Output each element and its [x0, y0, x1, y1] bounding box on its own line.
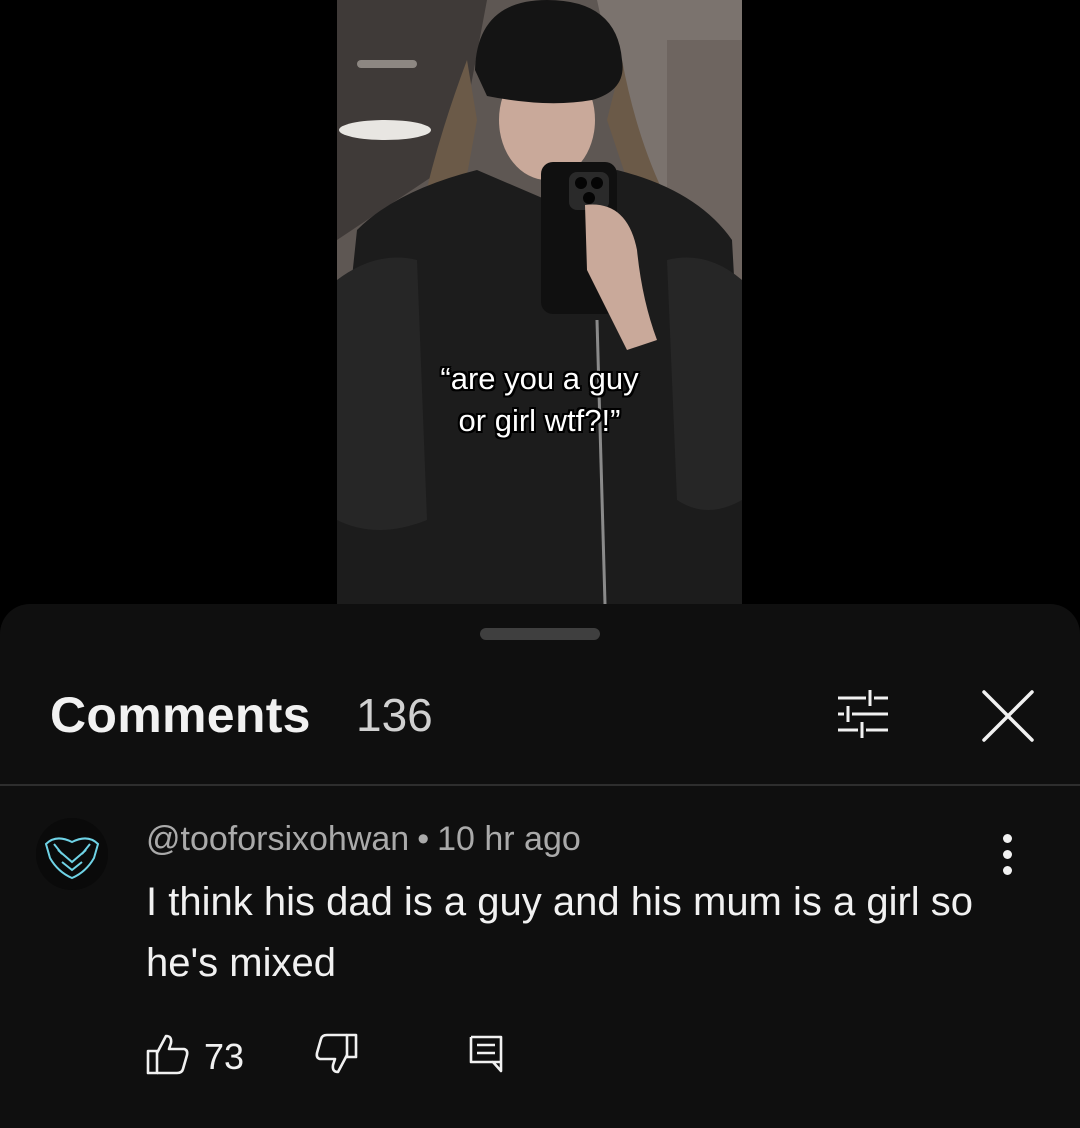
- comment-time: 10 hr ago: [437, 820, 581, 858]
- video-thumbnail-image: [337, 0, 742, 604]
- meta-separator: •: [417, 820, 430, 858]
- close-button[interactable]: [976, 684, 1040, 748]
- avatar[interactable]: [36, 818, 108, 890]
- video-caption: “are you a guy or girl wtf?!”: [337, 358, 742, 442]
- reply-button[interactable]: [468, 1034, 504, 1074]
- comment-more-button[interactable]: [990, 830, 1026, 878]
- video-player[interactable]: “are you a guy or girl wtf?!”: [0, 0, 1080, 604]
- comment-meta: @tooforsixohwan • 10 hr ago: [146, 820, 581, 859]
- like-button[interactable]: [146, 1032, 190, 1076]
- screen: “are you a guy or girl wtf?!” Comments 1…: [0, 0, 1080, 1128]
- avatar-mask-logo: [36, 818, 108, 890]
- caption-line-1: “are you a guy: [440, 361, 639, 396]
- thumbs-down-icon: [315, 1033, 358, 1074]
- comments-count: 136: [356, 689, 433, 741]
- comments-sheet: Comments 136 @tooforsixohwan • 10 hr ago…: [0, 604, 1080, 1128]
- reply-icon: [469, 1035, 503, 1073]
- video-frame[interactable]: “are you a guy or girl wtf?!”: [337, 0, 742, 604]
- comment-actions: 73: [0, 1032, 1080, 1082]
- comment-text: I think his dad is a guy and his mum is …: [146, 880, 974, 985]
- header-divider: [0, 784, 1080, 786]
- dislike-button[interactable]: [314, 1032, 358, 1076]
- close-icon: [982, 690, 1034, 742]
- sort-filter-button[interactable]: [830, 684, 896, 744]
- comment-author[interactable]: @tooforsixohwan: [146, 820, 409, 858]
- comments-title: Comments: [50, 687, 311, 743]
- like-count: 73: [204, 1036, 245, 1077]
- drag-handle[interactable]: [480, 628, 600, 640]
- thumbs-up-icon: [146, 1034, 189, 1075]
- caption-line-2: or girl wtf?!”: [458, 403, 621, 438]
- sliders-icon: [838, 690, 888, 738]
